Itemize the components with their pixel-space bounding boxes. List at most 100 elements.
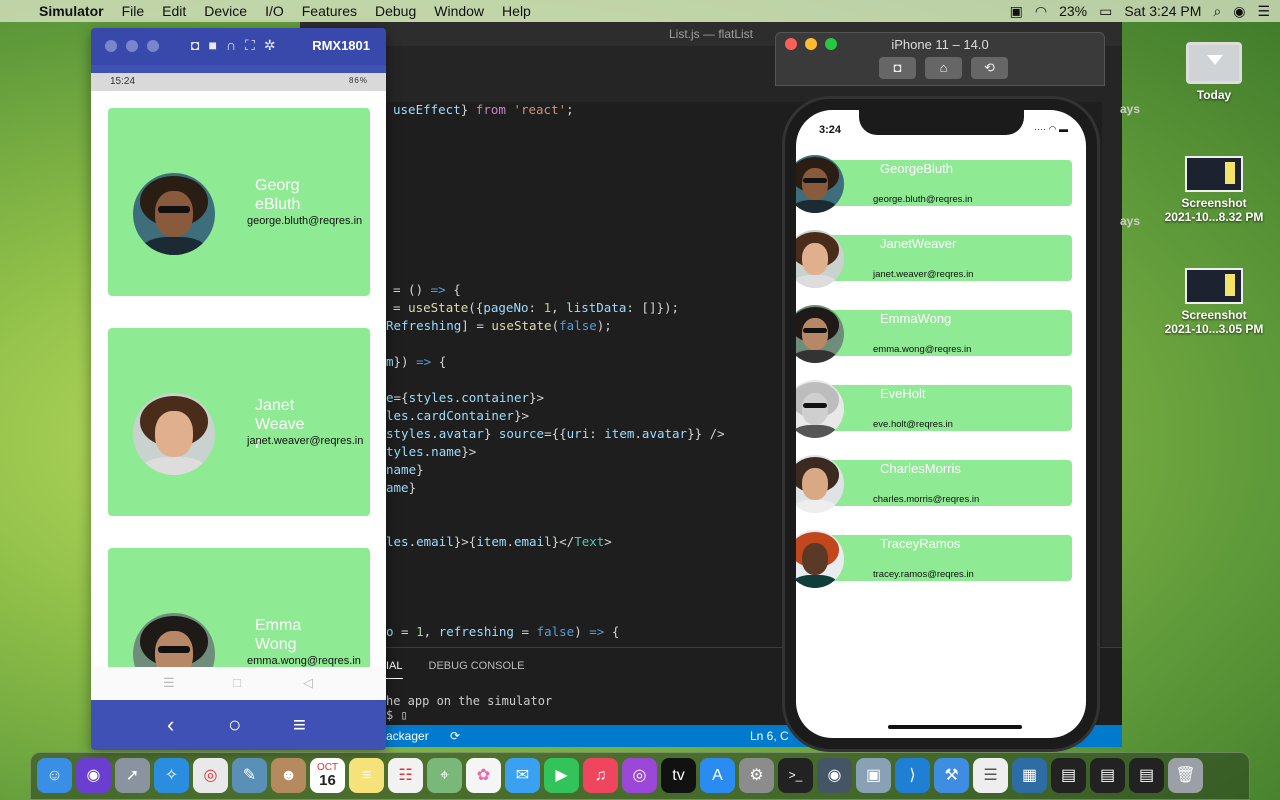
podcasts-icon[interactable]: ◎ bbox=[622, 758, 657, 793]
contacts-icon[interactable]: ☻ bbox=[271, 758, 306, 793]
close-dot-icon[interactable] bbox=[105, 40, 117, 52]
picture-icon[interactable]: ▣ bbox=[1010, 3, 1023, 20]
photos-icon[interactable]: ✿ bbox=[466, 758, 501, 793]
terminal-icon[interactable]: >_ bbox=[778, 758, 813, 793]
camera-icon[interactable]: ◘ bbox=[191, 37, 199, 54]
siri-icon[interactable]: ◉ bbox=[76, 758, 111, 793]
home-indicator[interactable] bbox=[888, 725, 1022, 729]
launchpad-rocket-icon[interactable]: ➚ bbox=[115, 758, 150, 793]
maps-icon[interactable]: ⌖ bbox=[427, 758, 462, 793]
music-icon[interactable]: ♫ bbox=[583, 758, 618, 793]
status-packager[interactable]: ackager bbox=[386, 729, 429, 743]
menu-window[interactable]: Window bbox=[425, 3, 493, 19]
window-thumbnail-icon[interactable]: ▦ bbox=[1012, 758, 1047, 793]
list-item[interactable]: GeorgeBluth george.bluth@reqres.in bbox=[108, 108, 370, 296]
xcode-icon[interactable]: ⚒ bbox=[934, 758, 969, 793]
messages-icon[interactable]: ✉ bbox=[505, 758, 540, 793]
siri-icon[interactable]: ◉ bbox=[1233, 3, 1245, 20]
trash-icon[interactable]: 🗑 bbox=[1168, 758, 1203, 793]
home-square-icon[interactable]: □ bbox=[233, 675, 241, 690]
control-center-icon[interactable]: ☰ bbox=[1257, 3, 1270, 20]
app-store-icon[interactable]: A bbox=[700, 758, 735, 793]
desktop-screenshot-2[interactable]: Screenshot 2021-10...3.05 PM bbox=[1159, 268, 1269, 336]
menu-file[interactable]: File bbox=[113, 3, 154, 19]
preview-icon[interactable]: ✎ bbox=[232, 758, 267, 793]
battery-icon[interactable]: ▭ bbox=[1099, 3, 1112, 20]
notes-icon[interactable]: ≡ bbox=[349, 758, 384, 793]
menu-device[interactable]: Device bbox=[195, 3, 256, 19]
home-icon[interactable]: ⌂ bbox=[925, 57, 962, 79]
android-emulator-window[interactable]: ◘ ■ ∩ ⛶ ✲ RMX1801 15:24 86% GeorgeBluth … bbox=[91, 28, 386, 750]
vscode-icon[interactable]: ⟩ bbox=[895, 758, 930, 793]
zoom-dot-icon[interactable] bbox=[147, 40, 159, 52]
video-icon[interactable]: ■ bbox=[208, 37, 216, 54]
screenshot-camera-icon[interactable]: ◘ bbox=[879, 57, 916, 79]
reminders-icon[interactable]: ☷ bbox=[388, 758, 423, 793]
menu-features[interactable]: Features bbox=[293, 3, 366, 19]
list-item[interactable]: JanetWeaver janet.weaver@reqres.in bbox=[796, 230, 1072, 288]
finder-icon[interactable]: ☺ bbox=[37, 758, 72, 793]
list-item[interactable]: CharlesMorris charles.morris@reqres.in bbox=[796, 455, 1072, 513]
settings-gear-icon[interactable]: ✲ bbox=[264, 37, 276, 54]
chrome-icon[interactable]: ◎ bbox=[193, 758, 228, 793]
tab-terminal[interactable]: IAL bbox=[386, 660, 403, 679]
list-item[interactable]: Emma Wong emma.wong@reqres.in bbox=[108, 548, 370, 667]
list-item[interactable]: GeorgeBluth george.bluth@reqres.in bbox=[796, 155, 1072, 213]
back-chevron-icon[interactable]: ‹ bbox=[167, 712, 174, 738]
status-cursor-position[interactable]: Ln 6, C bbox=[750, 729, 789, 743]
user-name: TraceyRamos bbox=[880, 536, 961, 551]
minimap[interactable] bbox=[1102, 102, 1122, 662]
facetime-icon[interactable]: ▶ bbox=[544, 758, 579, 793]
back-triangle-icon[interactable]: ◁ bbox=[303, 675, 313, 691]
wifi-icon[interactable]: ◠ bbox=[1035, 3, 1047, 20]
document-icon[interactable]: ☰ bbox=[973, 758, 1008, 793]
menu-help[interactable]: Help bbox=[493, 3, 540, 19]
window-thumbnail-icon[interactable]: ▤ bbox=[1090, 758, 1125, 793]
rotate-icon[interactable]: ⟲ bbox=[971, 57, 1008, 79]
image-capture-icon[interactable]: ▣ bbox=[856, 758, 891, 793]
menu-io[interactable]: I/O bbox=[256, 3, 293, 19]
list-item[interactable]: EmmaWong emma.wong@reqres.in bbox=[796, 305, 1072, 363]
menu-app-name[interactable]: Simulator bbox=[30, 3, 113, 19]
clock[interactable]: Sat 3:24 PM bbox=[1124, 3, 1201, 19]
menu-debug[interactable]: Debug bbox=[366, 3, 425, 19]
menu-edit[interactable]: Edit bbox=[153, 3, 195, 19]
android-battery-percent: 86% bbox=[348, 76, 368, 85]
safari-compass-icon[interactable]: ✧ bbox=[154, 758, 189, 793]
headphones-icon[interactable]: ∩ bbox=[226, 37, 236, 54]
calendar-icon[interactable]: OCT 16 bbox=[310, 758, 345, 793]
overview-menu-icon[interactable]: ≡ bbox=[293, 712, 306, 738]
folder-icon bbox=[1186, 42, 1242, 84]
tab-debug-console[interactable]: DEBUG CONSOLE bbox=[429, 660, 525, 679]
android-time: 15:24 bbox=[110, 76, 136, 87]
minimize-dot-icon[interactable] bbox=[126, 40, 138, 52]
sync-icon[interactable]: ⟳ bbox=[450, 729, 460, 743]
list-item[interactable]: JanetWeaver janet.weaver@reqres.in bbox=[108, 328, 370, 516]
list-item[interactable]: EveHolt eve.holt@reqres.in bbox=[796, 380, 1072, 438]
android-screen[interactable]: GeorgeBluth george.bluth@reqres.in Janet… bbox=[91, 91, 386, 667]
ios-screen[interactable]: 3:24 ···· ◠ ▬ GeorgeBluth george.bluth@r… bbox=[796, 110, 1086, 738]
desktop-screenshot-1[interactable]: Screenshot 2021-10...8.32 PM bbox=[1159, 156, 1269, 224]
emulator-title-bar[interactable]: ◘ ■ ∩ ⛶ ✲ RMX1801 bbox=[91, 28, 386, 65]
ios-simulator-title-bar[interactable]: iPhone 11 – 14.0 ◘ ⌂ ⟲ bbox=[775, 32, 1105, 86]
desktop-today-folder[interactable]: Today bbox=[1159, 42, 1269, 102]
window-thumbnail-icon[interactable]: ▤ bbox=[1129, 758, 1164, 793]
window-thumbnail-icon[interactable]: ▤ bbox=[1051, 758, 1086, 793]
avatar bbox=[796, 155, 844, 213]
spotlight-icon[interactable]: ⌕ bbox=[1213, 3, 1221, 20]
menu-lines-icon[interactable]: ☰ bbox=[163, 675, 175, 691]
eye-icon[interactable]: ◉ bbox=[817, 758, 852, 793]
user-email: charles.morris@reqres.in bbox=[873, 494, 980, 505]
user-email: george.bluth@reqres.in bbox=[247, 215, 363, 227]
notch bbox=[859, 110, 1024, 135]
apple-tv-icon[interactable]: tv bbox=[661, 758, 696, 793]
system-preferences-icon[interactable]: ⚙ bbox=[739, 758, 774, 793]
user-email: emma.wong@reqres.in bbox=[247, 655, 361, 667]
terminal-output[interactable]: he app on the simulator $ ▯ bbox=[386, 694, 552, 722]
home-circle-icon[interactable]: ○ bbox=[228, 712, 241, 738]
battery-percent[interactable]: 23% bbox=[1059, 3, 1087, 19]
fullscreen-icon[interactable]: ⛶ bbox=[245, 37, 255, 54]
android-gesture-bar: ☰ □ ◁ bbox=[91, 667, 386, 700]
user-email: janet.weaver@reqres.in bbox=[873, 269, 974, 280]
list-item[interactable]: TraceyRamos tracey.ramos@reqres.in bbox=[796, 530, 1072, 588]
